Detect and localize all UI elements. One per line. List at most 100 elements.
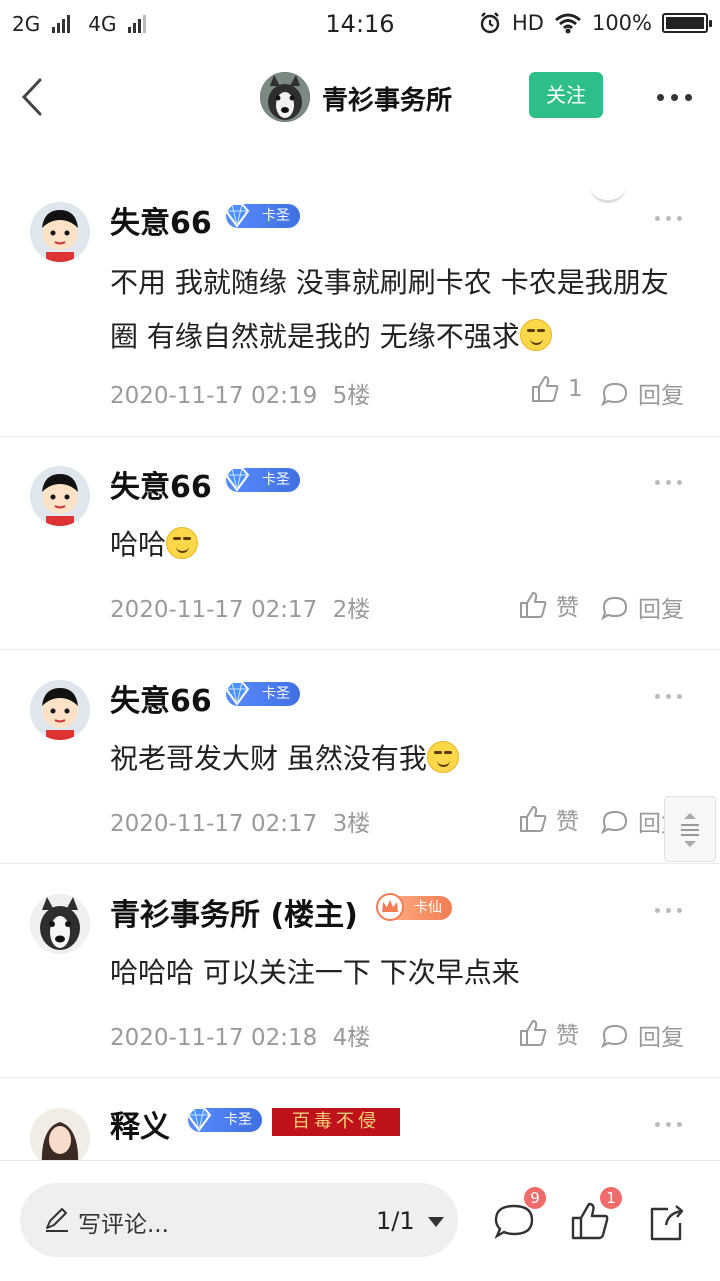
reply-button[interactable]: 回复 [600, 376, 684, 410]
avatar[interactable] [30, 1108, 90, 1160]
gem-icon [224, 681, 250, 706]
smirk-emoji-icon [426, 741, 459, 773]
scroll-icon [681, 813, 699, 847]
avatar[interactable] [30, 680, 90, 740]
cartoon-avatar-icon [30, 680, 90, 740]
reply-bubble-icon [600, 382, 628, 407]
level-badge: 卡圣 [224, 681, 300, 706]
reply-bubble-icon [600, 1024, 628, 1049]
comment-text: 哈哈哈 可以关注一下 下次早点来 [110, 956, 520, 989]
comment-username[interactable]: 失意66 [110, 676, 212, 720]
avatar[interactable] [30, 466, 90, 526]
cartoon-avatar-icon [30, 202, 90, 262]
comment-text: 哈哈 [110, 518, 690, 572]
comment-item: 失意66 卡圣 祝老哥发大财 虽然没有我 2020-11-17 02:17 3楼… [0, 650, 720, 864]
pen-icon [46, 1208, 68, 1232]
avatar[interactable] [30, 894, 90, 954]
like-button[interactable]: 赞 [518, 1016, 579, 1050]
level-badge-label: 卡圣 [262, 686, 290, 702]
page-title: 青衫事务所 [322, 86, 453, 116]
cartoon-avatar-icon [30, 466, 90, 526]
comment-username[interactable]: 失意66 [110, 198, 212, 242]
comment-item: 释义 卡圣 百毒不侵 [0, 1078, 720, 1160]
battery-percent: 100% [591, 11, 652, 35]
level-badge-label: 卡圣 [262, 472, 290, 488]
comment-meta: 2020-11-17 02:18 4楼 [110, 1018, 370, 1052]
level-badge: 卡圣 [186, 1107, 262, 1132]
level-badge-label: 卡仙 [414, 900, 442, 916]
comment-item: 青衫事务所 (楼主) 卡仙 哈哈哈 可以关注一下 下次早点来 2020-11-1… [0, 864, 720, 1078]
comment-username[interactable]: 失意66 [110, 462, 212, 506]
comment-item: 失意66 卡圣 哈哈 2020-11-17 02:17 2楼 赞 回复 [0, 436, 720, 650]
reply-bubble-icon [600, 596, 628, 621]
comment-item: 失意66 卡圣 不用 我就随缘 没事就刷刷卡农 卡农是我朋友圈 有缘自然就是我的… [0, 172, 720, 437]
page-indicator[interactable]: 1/1 [376, 1207, 415, 1235]
gem-icon [224, 467, 250, 492]
comment-more-icon[interactable] [655, 908, 682, 913]
level-badge-label: 卡圣 [224, 1112, 252, 1128]
comment-username[interactable]: 青衫事务所 (楼主) [110, 890, 358, 934]
like-button[interactable]: 赞 [518, 588, 579, 622]
comment-more-icon[interactable] [655, 480, 682, 485]
thumb-up-icon [532, 376, 559, 402]
comment-input[interactable]: 写评论... 1/1 [20, 1183, 458, 1257]
comment-floor: 2楼 [332, 597, 371, 623]
level-badge-label: 卡圣 [262, 208, 290, 224]
alarm-icon [480, 12, 500, 34]
author-avatar[interactable] [260, 72, 310, 122]
comment-more-icon[interactable] [655, 694, 682, 699]
reply-bubble-icon [600, 810, 628, 835]
reply-button[interactable]: 回复 [600, 1018, 684, 1052]
smirk-emoji-icon [519, 319, 552, 351]
comment-floor: 3楼 [332, 811, 371, 837]
wifi-icon [554, 13, 581, 34]
gem-icon [186, 1107, 212, 1132]
like-button[interactable]: 1 [530, 374, 583, 404]
comment-time: 2020-11-17 02:18 [110, 1025, 318, 1051]
avatar[interactable] [30, 202, 90, 262]
bottom-bar: 写评论... 1/1 9 1 [0, 1160, 720, 1281]
comment-text: 不用 我就随缘 没事就刷刷卡农 卡农是我朋友圈 有缘自然就是我的 无缘不强求 [110, 266, 669, 353]
comment-input-placeholder: 写评论... [78, 1212, 169, 1238]
battery-icon [662, 13, 712, 33]
like-count-badge: 1 [600, 1187, 622, 1209]
comment-floor: 4楼 [332, 1025, 371, 1051]
thinking-emoji-icon [166, 527, 199, 559]
comment-time: 2020-11-17 02:17 [110, 811, 318, 837]
like-button[interactable]: 赞 [518, 802, 579, 836]
gem-icon [224, 203, 250, 228]
thumb-up-icon [520, 806, 547, 832]
level-badge: 卡圣 [224, 467, 300, 492]
comment-meta: 2020-11-17 02:17 3楼 [110, 804, 370, 838]
dog-avatar-icon [30, 894, 90, 954]
level-badge: 卡圣 [224, 203, 300, 228]
comment-text: 祝老哥发大财 虽然没有我 [110, 732, 690, 786]
comment-more-icon[interactable] [655, 1122, 682, 1127]
topic-header: 青衫事务所 关注 [0, 50, 720, 203]
more-icon[interactable] [657, 94, 692, 101]
thumb-up-icon [520, 592, 547, 618]
title-tag: 百毒不侵 [272, 1108, 400, 1136]
chevron-down-icon[interactable] [428, 1217, 444, 1227]
back-icon[interactable] [18, 74, 58, 120]
thumb-up-icon [520, 1020, 547, 1046]
comment-meta: 2020-11-17 02:19 5楼 [110, 376, 370, 410]
level-badge: 卡仙 [376, 893, 452, 921]
comment-time: 2020-11-17 02:17 [110, 597, 318, 623]
status-bar: 2G 4G 14:16 HD 100% [0, 0, 720, 50]
share-icon[interactable] [644, 1201, 688, 1245]
like-count: 1 [568, 376, 583, 402]
dog-avatar-icon [260, 72, 310, 122]
reply-button[interactable]: 回复 [600, 590, 684, 624]
scroll-button[interactable] [664, 796, 716, 862]
hd-label: HD [511, 11, 544, 35]
comment-count-badge: 9 [524, 1187, 546, 1209]
comment-meta: 2020-11-17 02:17 2楼 [110, 590, 370, 624]
crown-icon [376, 893, 404, 921]
portrait-avatar-icon [30, 1108, 90, 1160]
comment-floor: 5楼 [332, 383, 371, 409]
status-right: HD 100% [478, 11, 712, 35]
comment-username[interactable]: 释义 [110, 1102, 170, 1146]
comment-more-icon[interactable] [655, 216, 682, 221]
follow-button[interactable]: 关注 [529, 72, 603, 118]
